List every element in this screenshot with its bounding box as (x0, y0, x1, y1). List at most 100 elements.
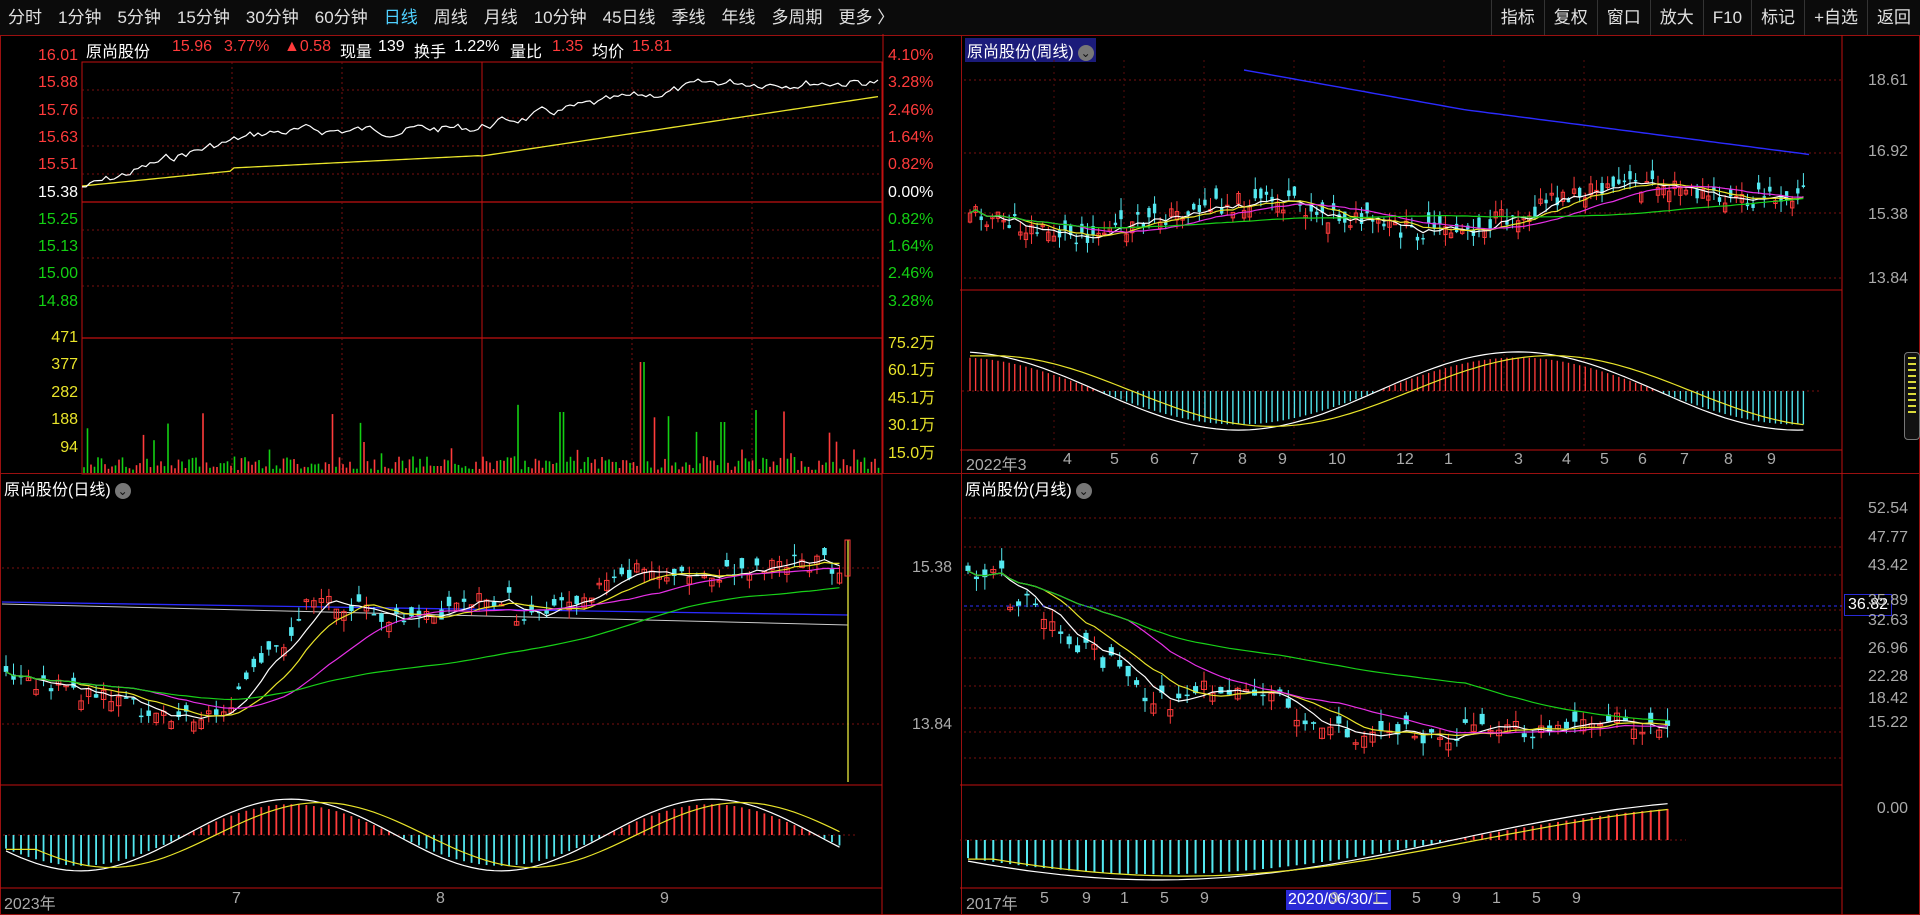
tab-4[interactable]: 30分钟 (238, 0, 307, 35)
tab-3[interactable]: 15分钟 (169, 0, 238, 35)
tab-11[interactable]: 季线 (664, 0, 714, 35)
tool-button-2[interactable]: 窗口 (1596, 0, 1650, 35)
vol-ratio-value: 1.35 (552, 38, 584, 55)
scroll-handle[interactable] (1904, 352, 1920, 440)
price-tick: 26.96 (1867, 640, 1908, 657)
price-tick: 32.63 (1867, 612, 1908, 629)
x-axis-tick: 6 (1638, 451, 1647, 468)
daily-title[interactable]: 原尚股份(日线) ⌄ (4, 476, 131, 500)
x-axis-tick: 10 (1328, 451, 1346, 468)
x-axis-tick: 5 (1532, 890, 1541, 907)
x-axis-tick: 9 (1452, 890, 1461, 907)
macd-tick: 0.00 (1876, 800, 1908, 817)
price-tick: 15.22 (1867, 714, 1908, 731)
tab-14[interactable]: 更多 〉 (831, 0, 903, 35)
x-axis-tick: 2023年 (4, 896, 56, 913)
price-tick: 15.76 (37, 101, 78, 119)
x-axis-tick: 5 (1412, 890, 1421, 907)
turnover-value: 1.22% (454, 38, 500, 55)
tool-button-3[interactable]: 放大 (1649, 0, 1703, 35)
chevron-down-icon[interactable]: ⌄ (1075, 482, 1092, 499)
x-axis-tick: 9 (660, 890, 669, 907)
price-tick: 15.88 (37, 74, 78, 92)
pct-tick: 1.64% (888, 128, 934, 146)
x-axis-tick: 9 (1200, 890, 1209, 907)
x-axis-tick: 12 (1396, 451, 1414, 468)
chevron-down-icon[interactable]: ⌄ (1077, 44, 1094, 61)
intraday-chart[interactable] (81, 34, 884, 475)
pct-tick: 0.00% (888, 183, 934, 201)
monthly-kline-chart[interactable] (960, 473, 1843, 915)
price-tick: 14.88 (37, 292, 78, 310)
tab-6[interactable]: 日线 (376, 0, 426, 35)
tab-8[interactable]: 月线 (476, 0, 526, 35)
x-axis-tick: 9 (1278, 451, 1287, 468)
x-axis-tick: 5 (1160, 890, 1169, 907)
daily-kline-chart[interactable] (0, 473, 883, 915)
price-tick: 52.54 (1867, 500, 1908, 517)
intraday-stock-name: 原尚股份 (86, 44, 151, 61)
x-axis-tick: 9 (1082, 890, 1091, 907)
volume-tick: 471 (51, 329, 78, 346)
volume-label: 现量 (340, 44, 373, 61)
price-tick: 13.84 (911, 716, 952, 733)
monthly-title[interactable]: 原尚股份(月线) ⌄ (965, 476, 1092, 500)
x-axis-tick: 2017年 (966, 896, 1018, 913)
tab-13[interactable]: 多周期 (764, 0, 831, 35)
tab-0[interactable]: 分时 (0, 0, 50, 35)
tab-12[interactable]: 年线 (714, 0, 764, 35)
price-tick: 15.63 (37, 128, 78, 146)
pct-tick: 2.46% (888, 101, 934, 119)
weekly-kline-chart[interactable] (960, 35, 1843, 475)
price-tick: 15.51 (37, 156, 78, 174)
tool-button-7[interactable]: 返回 (1867, 0, 1920, 35)
x-axis-tick: 2022年3 (966, 457, 1027, 474)
price-tick: 16.01 (37, 47, 78, 64)
x-axis-tick: 7 (1190, 451, 1199, 468)
x-axis-tick: 4 (1562, 451, 1571, 468)
volume-tick: 94 (60, 438, 78, 456)
price-tick: 15.00 (37, 265, 78, 283)
daily-title-text: 原尚股份(日线) (4, 482, 111, 499)
x-axis-tick: 8 (436, 890, 445, 907)
tab-10[interactable]: 45日线 (595, 0, 664, 35)
x-axis-tick: 1 (1372, 890, 1381, 907)
tool-button-1[interactable]: 复权 (1543, 0, 1597, 35)
price-tick: 15.38 (911, 559, 952, 576)
weekly-title[interactable]: 原尚股份(周线) ⌄ (965, 38, 1096, 62)
price-tick: 16.92 (1867, 143, 1908, 160)
tab-5[interactable]: 60分钟 (307, 0, 376, 35)
x-axis-tick: 9 (1572, 890, 1581, 907)
chevron-down-icon[interactable]: ⌄ (114, 482, 131, 499)
pct-tick: 0.82% (888, 156, 934, 174)
tab-7[interactable]: 周线 (426, 0, 476, 35)
weekly-title-text: 原尚股份(周线) (967, 44, 1074, 61)
volume-tick-right: 15.0万 (888, 444, 936, 462)
pct-tick: 4.10% (888, 47, 934, 64)
x-axis-tick: 9 (1330, 890, 1339, 907)
turnover-label: 换手 (414, 44, 447, 61)
intraday-price: 15.96 (172, 38, 213, 55)
x-axis-tick: 9 (1767, 451, 1776, 468)
tool-button-4[interactable]: F10 (1702, 0, 1751, 35)
tool-button-6[interactable]: +自选 (1804, 0, 1867, 35)
x-axis-tick: 4 (1063, 451, 1072, 468)
volume-tick: 188 (51, 411, 78, 429)
tab-1[interactable]: 1分钟 (50, 0, 109, 35)
volume-tick-right: 75.2万 (888, 335, 936, 352)
price-tick: 18.61 (1867, 72, 1908, 89)
volume-tick-right: 45.1万 (888, 389, 936, 407)
tool-button-0[interactable]: 指标 (1490, 0, 1544, 35)
volume-tick-right: 60.1万 (888, 362, 936, 380)
tool-button-5[interactable]: 标记 (1751, 0, 1804, 35)
pct-tick: 2.46% (888, 265, 934, 283)
price-tick: 13.84 (1867, 270, 1908, 287)
price-tick: 35.89 (1867, 592, 1908, 609)
tab-2[interactable]: 5分钟 (109, 0, 168, 35)
price-tick: 47.77 (1867, 529, 1908, 546)
x-axis-tick: 1 (1120, 890, 1129, 907)
intraday-change: ▲0.58 (284, 38, 331, 55)
x-axis-tick: 5 (1040, 890, 1049, 907)
x-axis-tick: 3 (1514, 451, 1523, 468)
tab-9[interactable]: 10分钟 (526, 0, 595, 35)
